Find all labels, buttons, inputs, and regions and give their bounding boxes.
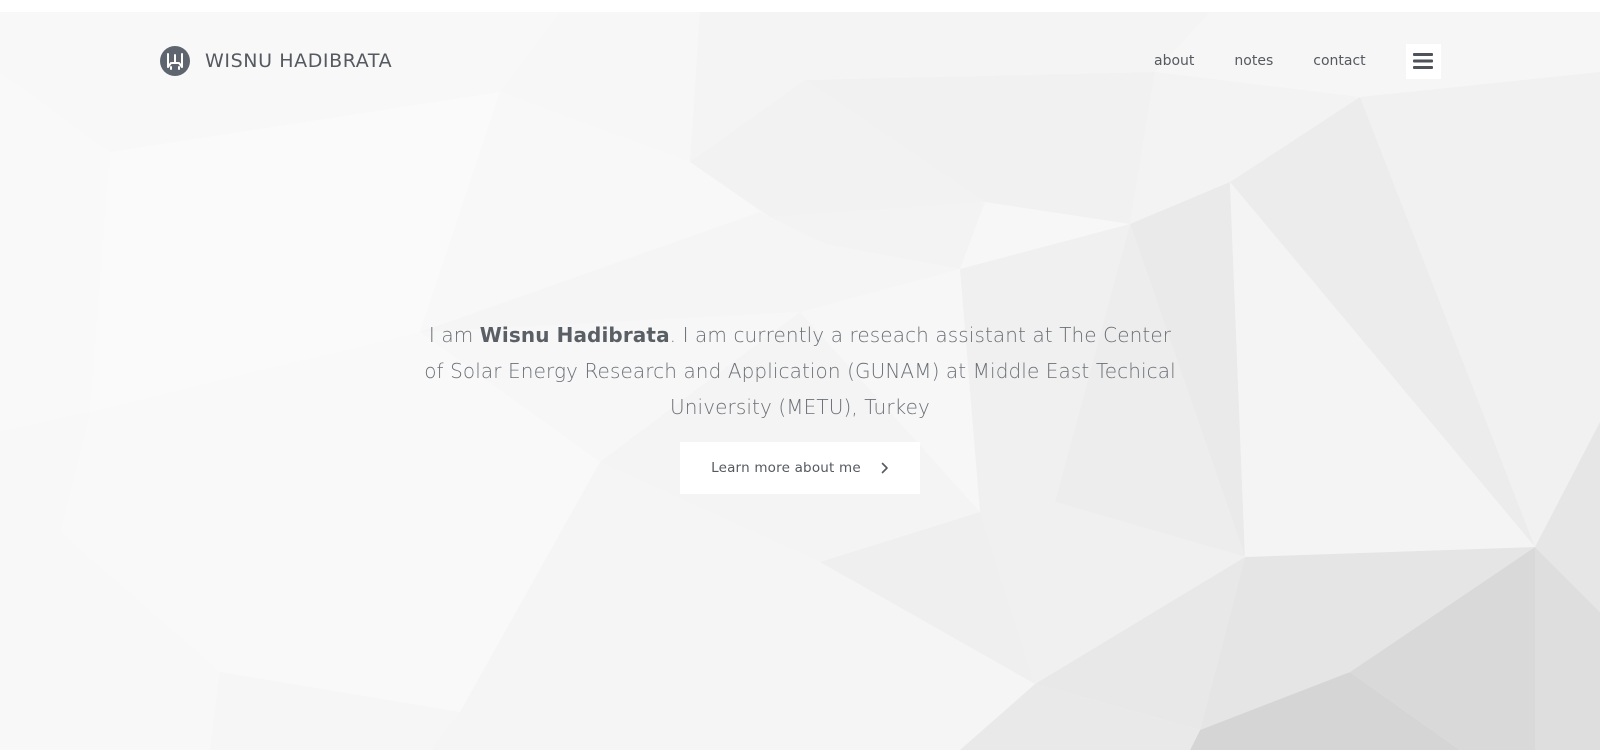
page: WISNU HADIBRATA about notes contact I am… (0, 0, 1600, 750)
site-header: WISNU HADIBRATA about notes contact (0, 12, 1600, 112)
intro-text: I am Wisnu Hadibrata. I am currently a r… (420, 317, 1180, 425)
learn-more-button[interactable]: Learn more about me (680, 442, 920, 494)
chevron-right-icon (881, 462, 888, 474)
brand-name: WISNU HADIBRATA (205, 50, 393, 72)
intro-name: Wisnu Hadibrata (479, 323, 670, 347)
brand-link[interactable]: WISNU HADIBRATA (160, 46, 392, 76)
nav-link-about[interactable]: about (1154, 53, 1194, 69)
hamburger-icon (1413, 53, 1434, 69)
wh-monogram-icon (160, 46, 190, 76)
menu-button[interactable] (1405, 43, 1441, 79)
learn-more-label: Learn more about me (711, 460, 861, 476)
nav-link-notes[interactable]: notes (1234, 53, 1273, 69)
nav-link-contact[interactable]: contact (1313, 53, 1365, 69)
intro-prefix: I am (428, 323, 480, 347)
main-nav: about notes contact (1154, 43, 1441, 79)
